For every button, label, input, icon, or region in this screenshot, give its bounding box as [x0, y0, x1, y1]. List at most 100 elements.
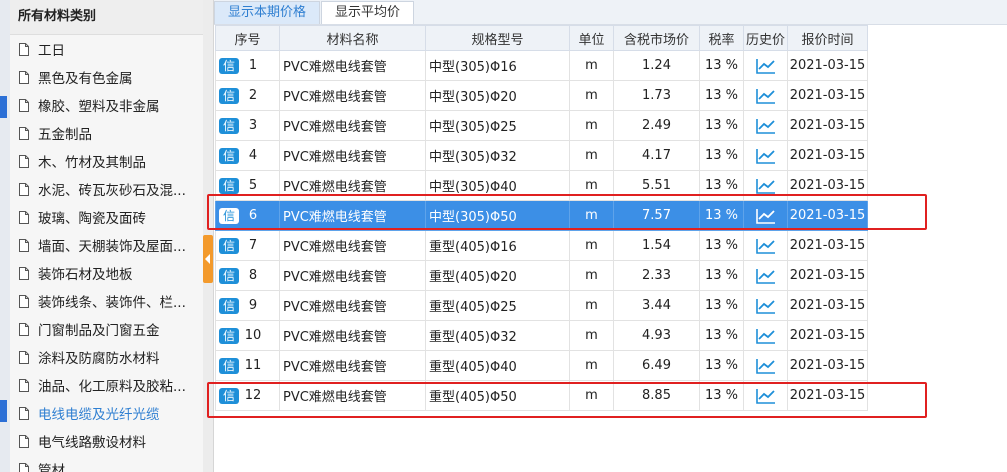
sidebar-item-label: 玻璃、陶瓷及面砖	[38, 211, 146, 227]
cell-unit: m	[569, 200, 614, 231]
sidebar-item-category[interactable]: 工日	[10, 35, 203, 63]
table-header-row: 序号 材料名称 规格型号 单位 含税市场价 税率 历史价 报价时间	[215, 25, 868, 51]
table-row[interactable]: 信 7 PVC难燃电线套管 重型(405)Φ16 m 1.54 13 % 2021-03-15	[215, 230, 868, 261]
credit-badge[interactable]: 信	[219, 357, 239, 374]
table-row[interactable]: 信 11 PVC难燃电线套管 重型(405)Φ40 m 6.49 13 % 2021-03-1…	[215, 350, 868, 381]
cell-seq: 信 11	[215, 350, 280, 381]
cell-quote-date: 2021-03-15	[787, 230, 868, 261]
cell-unit: m	[569, 80, 614, 111]
table-body: 信 1 PVC难燃电线套管 中型(305)Φ16 m 1.24 13 % 2021-03-15…	[215, 50, 868, 411]
column-header-unit[interactable]: 单位	[569, 25, 614, 51]
trend-chart-icon[interactable]	[755, 178, 776, 194]
cell-price: 4.17	[613, 140, 700, 171]
sidebar-item-label: 木、竹材及其制品	[38, 155, 146, 171]
sidebar-item-category[interactable]: 油品、化工原料及胶粘...	[10, 371, 203, 399]
column-header-price[interactable]: 含税市场价	[613, 25, 700, 51]
table-row[interactable]: 信 9 PVC难燃电线套管 重型(405)Φ25 m 3.44 13 % 2021-03-15	[215, 290, 868, 321]
credit-badge[interactable]: 信	[219, 87, 239, 104]
tab-average-price[interactable]: 显示平均价	[321, 1, 415, 24]
credit-badge[interactable]: 信	[219, 297, 239, 314]
sidebar-item-label: 水泥、砖瓦灰砂石及混...	[38, 183, 186, 199]
credit-badge[interactable]: 信	[219, 117, 239, 134]
row-number: 8	[248, 268, 258, 283]
credit-badge[interactable]: 信	[219, 207, 239, 224]
sidebar-item-category[interactable]: 黑色及有色金属	[10, 63, 203, 91]
tab-current-price[interactable]: 显示本期价格	[214, 1, 321, 24]
document-icon	[19, 70, 29, 84]
column-header-date[interactable]: 报价时间	[787, 25, 868, 51]
trend-chart-icon[interactable]	[755, 58, 776, 74]
background-window-accent	[0, 96, 7, 118]
sidebar-item-category[interactable]: 木、竹材及其制品	[10, 147, 203, 175]
sidebar-item-category[interactable]: 电线电缆及光纤光缆	[10, 399, 203, 427]
cell-tax-rate: 13 %	[699, 320, 744, 351]
sidebar-item-category[interactable]: 墙面、天棚装饰及屋面...	[10, 231, 203, 259]
sidebar-item-category[interactable]: 电气线路敷设材料	[10, 427, 203, 455]
cell-history	[743, 140, 788, 171]
sidebar-item-category[interactable]: 装饰线条、装饰件、栏...	[10, 287, 203, 315]
sidebar-item-category[interactable]: 装饰石材及地板	[10, 259, 203, 287]
material-price-table: 序号 材料名称 规格型号 单位 含税市场价 税率 历史价 报价时间 信 1 PVC难…	[215, 25, 868, 411]
sidebar-item-label: 五金制品	[38, 127, 92, 143]
sidebar-item-category[interactable]: 水泥、砖瓦灰砂石及混...	[10, 175, 203, 203]
sidebar-item-category[interactable]: 玻璃、陶瓷及面砖	[10, 203, 203, 231]
trend-chart-icon[interactable]	[755, 388, 776, 404]
sidebar-item-category[interactable]: 管材	[10, 455, 203, 472]
cell-seq: 信3	[215, 110, 280, 141]
table-row[interactable]: 信 1 PVC难燃电线套管 中型(305)Φ16 m 1.24 13 % 2021-03-15	[215, 50, 868, 81]
credit-badge[interactable]: 信	[219, 327, 239, 344]
trend-chart-icon[interactable]	[755, 238, 776, 254]
sidebar-item-category[interactable]: 涂料及防腐防水材料	[10, 343, 203, 371]
cell-spec: 重型(405)Φ20	[425, 260, 570, 291]
cell-tax-rate: 13 %	[699, 140, 744, 171]
table-row[interactable]: 信 8 PVC难燃电线套管 重型(405)Φ20 m 2.33 13 % 2021-03-15	[215, 260, 868, 291]
sidebar-item-label: 墙面、天棚装饰及屋面...	[38, 239, 186, 255]
cell-history	[743, 260, 788, 291]
table-row[interactable]: 信 5 PVC难燃电线套管 中型(305)Φ40 m 5.51 13 % 2021-03-15	[215, 170, 868, 201]
trend-chart-icon[interactable]	[755, 118, 776, 134]
credit-badge[interactable]: 信	[219, 387, 239, 404]
credit-badge[interactable]: 信	[219, 147, 239, 164]
table-row[interactable]: 信 3 PVC难燃电线套管 中型(305)Φ25 m 2.49 13 % 2021-03-15	[215, 110, 868, 141]
trend-chart-icon[interactable]	[755, 268, 776, 284]
sidebar-item-category[interactable]: 橡胶、塑料及非金属	[10, 91, 203, 119]
trend-chart-icon[interactable]	[755, 298, 776, 314]
cell-history	[743, 320, 788, 351]
document-icon	[19, 350, 29, 364]
collapse-arrow-icon[interactable]	[203, 235, 213, 283]
sidebar-item-label: 管材	[38, 463, 65, 472]
document-icon	[19, 434, 29, 448]
cell-history	[743, 200, 788, 231]
cell-tax-rate: 13 %	[699, 110, 744, 141]
row-number: 3	[248, 118, 258, 133]
sidebar-item-category[interactable]: 五金制品	[10, 119, 203, 147]
row-number: 11	[244, 358, 262, 373]
sidebar-item-category[interactable]: 门窗制品及门窗五金	[10, 315, 203, 343]
table-row[interactable]: 信 10 PVC难燃电线套管 重型(405)Φ32 m 4.93 13 % 2021-03-1…	[215, 320, 868, 351]
column-header-name[interactable]: 材料名称	[279, 25, 426, 51]
trend-chart-icon[interactable]	[755, 88, 776, 104]
credit-badge[interactable]: 信	[219, 57, 239, 74]
sidebar-item-label: 油品、化工原料及胶粘...	[38, 379, 186, 395]
sidebar-item-label: 涂料及防腐防水材料	[38, 351, 160, 367]
credit-badge[interactable]: 信	[219, 267, 239, 284]
table-row[interactable]: 信 12 PVC难燃电线套管 重型(405)Φ50 m 8.85 13 % 2021-03-1…	[215, 380, 868, 411]
credit-badge[interactable]: 信	[219, 177, 239, 194]
column-header-history[interactable]: 历史价	[743, 25, 788, 51]
column-header-spec[interactable]: 规格型号	[425, 25, 570, 51]
trend-chart-icon[interactable]	[755, 358, 776, 374]
cell-unit: m	[569, 140, 614, 171]
table-row[interactable]: 信 4 PVC难燃电线套管 中型(305)Φ32 m 4.17 13 % 2021-03-15	[215, 140, 868, 171]
column-header-seq[interactable]: 序号	[215, 25, 280, 51]
document-icon	[19, 182, 29, 196]
credit-badge[interactable]: 信	[219, 237, 239, 254]
sidebar-title: 所有材料类别	[10, 0, 203, 35]
trend-chart-icon[interactable]	[755, 328, 776, 344]
cell-spec: 中型(305)Φ40	[425, 170, 570, 201]
table-row[interactable]: 信 6 PVC难燃电线套管 中型(305)Φ50 m 7.57 13 % 2021-03-15	[215, 200, 868, 231]
trend-chart-icon[interactable]	[755, 148, 776, 164]
cell-seq: 信9	[215, 290, 280, 321]
column-header-tax[interactable]: 税率	[699, 25, 744, 51]
trend-chart-icon[interactable]	[755, 208, 776, 224]
table-row[interactable]: 信 2 PVC难燃电线套管 中型(305)Φ20 m 1.73 13 % 2021-03-15	[215, 80, 868, 111]
